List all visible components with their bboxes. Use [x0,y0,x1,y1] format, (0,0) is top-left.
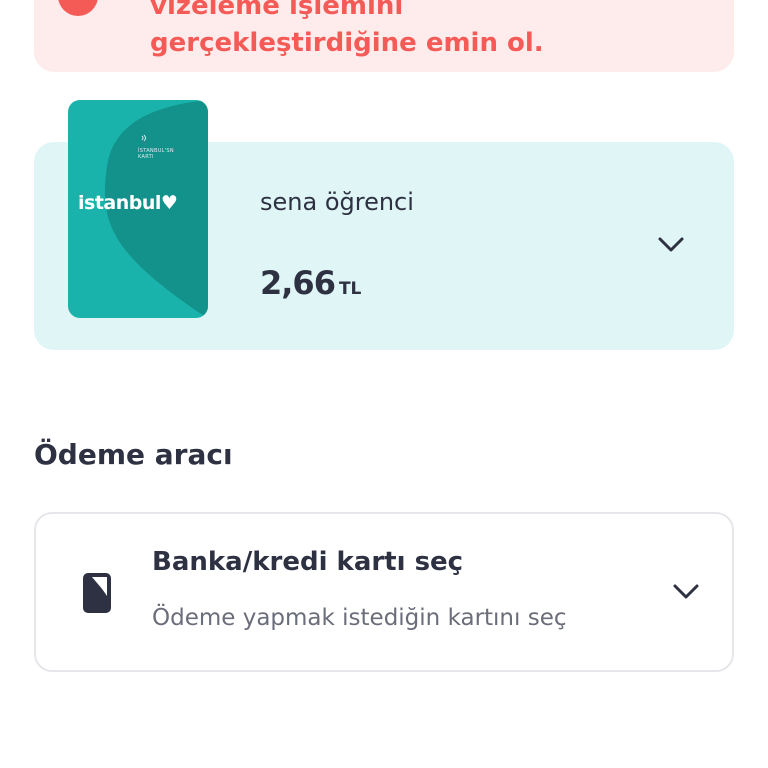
balance-amount: 2,66 [260,264,336,302]
card-small-text: İSTANBUL'SN KARTI [138,148,174,160]
payment-method-selector[interactable] [34,512,734,672]
contactless-icon [141,134,146,142]
warning-message: vizeleme işlemini gerçekleştirdiğine emi… [150,0,710,62]
istanbulkart-image: İSTANBUL'SN KARTI istanbul♥ [68,100,208,318]
payment-selector-subtitle: Ödeme yapmak istediğin kartını seç [152,605,567,631]
balance-currency: TL [338,279,362,299]
card-holder-name: sena öğrenci [260,188,414,216]
card-icon [83,573,111,613]
istanbul-logo: istanbul♥ [78,192,178,214]
payment-selector-title: Banka/kredi kartı seç [152,547,464,577]
warning-line: gerçekleştirdiğine emin ol. [150,28,544,58]
heart-icon: ♥ [160,192,178,214]
warning-line: vizeleme işlemini [150,0,404,21]
card-balance: 2,66 TL [260,264,361,302]
payment-section-title: Ödeme aracı [34,438,233,471]
chevron-down-icon[interactable] [657,236,685,254]
chevron-down-icon[interactable] [672,583,700,601]
